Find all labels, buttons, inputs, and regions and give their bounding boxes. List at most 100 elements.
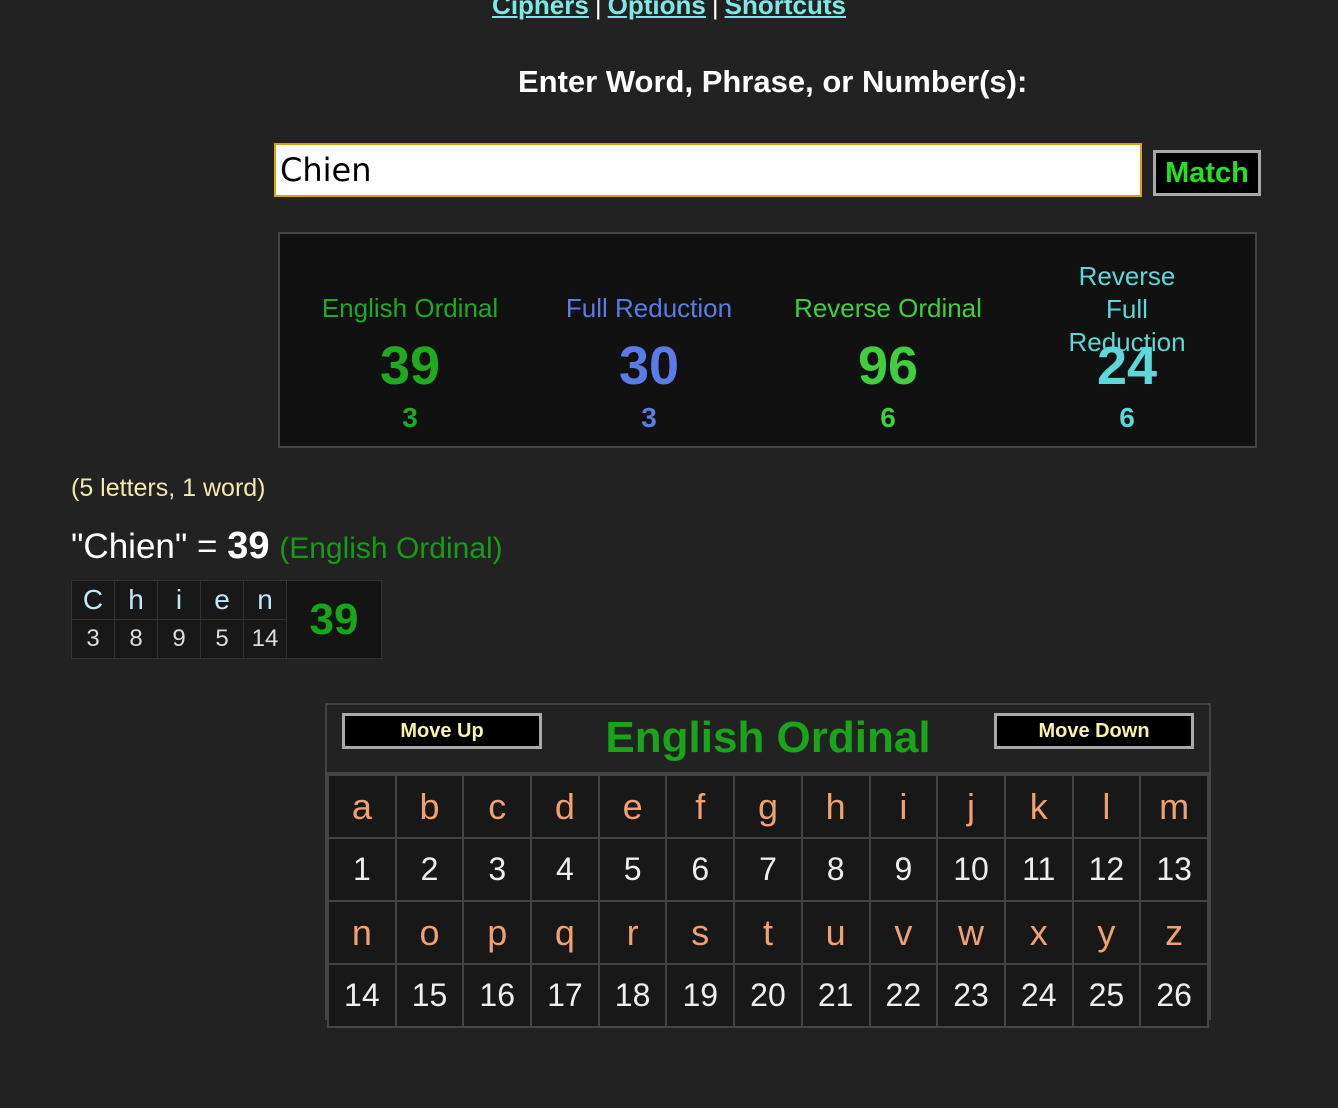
- result-value: 96: [857, 336, 919, 396]
- nav-separator: |: [711, 0, 719, 20]
- result-reduction: 6: [1119, 402, 1135, 433]
- cipher-grid-row: 14 15 16 17 18 19 20 21 22 23 24 25 26: [327, 963, 1209, 1028]
- equation-word: "Chien": [71, 527, 188, 566]
- result-reduction: 6: [880, 402, 896, 433]
- cipher-grid-letter: a: [327, 774, 397, 839]
- cipher-grid-letter: n: [327, 900, 397, 965]
- result-value: 39: [379, 336, 441, 396]
- nav-options-link[interactable]: Options: [608, 0, 706, 20]
- cipher-grid-letter: u: [800, 900, 871, 965]
- cipher-grid-letter: r: [597, 900, 668, 965]
- cipher-grid-value: 20: [733, 963, 803, 1028]
- cipher-grid-letter: v: [868, 900, 939, 965]
- result-name: Full Reduction: [565, 293, 733, 323]
- cipher-grid-letter: g: [733, 774, 803, 839]
- cipher-letter-grid: abcdefghijklm 1 2 3 4 5 6 7 8 9 10 11 12 13 nopqrstu…: [327, 774, 1209, 1028]
- cipher-grid-letter: t: [733, 900, 803, 965]
- cipher-grid-value: 18: [597, 963, 668, 1028]
- match-button[interactable]: Match: [1153, 150, 1261, 196]
- breakdown-letter: i: [157, 580, 201, 620]
- cipher-grid-value: 16: [462, 963, 533, 1028]
- cipher-grid-letter: y: [1071, 900, 1142, 965]
- equation-value: 39: [227, 525, 270, 567]
- breakdown-letter: n: [243, 580, 287, 620]
- cipher-grid-letter: p: [462, 900, 533, 965]
- cipher-grid-value: 25: [1071, 963, 1142, 1028]
- cipher-grid-letter: e: [597, 774, 668, 839]
- equation-equals: =: [197, 527, 218, 566]
- cipher-chart: English Ordinal Move Up Move Down abcdef…: [325, 703, 1211, 1028]
- cipher-grid-value: 7: [733, 837, 803, 902]
- breakdown-value: 9: [157, 619, 201, 659]
- cipher-grid-value: 10: [936, 837, 1006, 902]
- breakdown-total: 39: [286, 580, 382, 659]
- breakdown-value: 14: [243, 619, 287, 659]
- breakdown-value: 8: [114, 619, 158, 659]
- cipher-grid-row: 1 2 3 4 5 6 7 8 9 10 11 12 13: [327, 837, 1209, 902]
- move-down-button[interactable]: Move Down: [994, 713, 1194, 749]
- breakdown-letter: h: [114, 580, 158, 620]
- cipher-grid-letter: k: [1003, 774, 1074, 839]
- input-prompt: Enter Word, Phrase, or Number(s):: [518, 64, 1028, 99]
- cipher-grid-letter: b: [394, 774, 465, 839]
- cipher-grid-letter: w: [936, 900, 1006, 965]
- cipher-grid-value: 3: [462, 837, 533, 902]
- cipher-grid-value: 23: [936, 963, 1006, 1028]
- cipher-grid-value: 11: [1003, 837, 1074, 902]
- result-reduction: 3: [641, 402, 657, 433]
- cipher-grid-letter: h: [800, 774, 871, 839]
- cipher-grid-row: abcdefghijklm: [327, 774, 1209, 839]
- cipher-grid-letter: q: [530, 900, 600, 965]
- result-value: 30: [618, 336, 680, 396]
- cipher-grid-letter: l: [1071, 774, 1142, 839]
- cipher-grid-letter: x: [1003, 900, 1074, 965]
- cipher-grid-value: 22: [868, 963, 939, 1028]
- cipher-grid-letter: z: [1139, 900, 1209, 965]
- breakdown-value: 5: [200, 619, 244, 659]
- cipher-grid-letter: j: [936, 774, 1006, 839]
- letter-breakdown-table: C h i e n 39 3 8 9 5 14: [71, 580, 382, 659]
- cipher-grid-value: 6: [665, 837, 736, 902]
- cipher-results-panel: English Ordinal 39 3 Full Reduction 30 3…: [278, 232, 1257, 448]
- breakdown-letter: C: [71, 580, 115, 620]
- result-name: Reverse Ordinal: [794, 293, 982, 323]
- equation-cipher-name: (English Ordinal): [279, 532, 503, 565]
- result-value: 24: [1096, 336, 1158, 396]
- breakdown-value: 3: [71, 619, 115, 659]
- cipher-grid-value: 24: [1003, 963, 1074, 1028]
- word-input[interactable]: [274, 143, 1142, 197]
- cipher-grid-value: 13: [1139, 837, 1209, 902]
- cipher-grid-letter: c: [462, 774, 533, 839]
- cipher-grid-value: 2: [394, 837, 465, 902]
- cipher-grid-letter: i: [868, 774, 939, 839]
- cipher-grid-value: 19: [665, 963, 736, 1028]
- cipher-grid-letter: m: [1139, 774, 1209, 839]
- nav-ciphers-link[interactable]: Ciphers: [492, 0, 589, 20]
- cipher-grid-value: 9: [868, 837, 939, 902]
- cipher-grid-value: 21: [800, 963, 871, 1028]
- breakdown-letter: e: [200, 580, 244, 620]
- cipher-grid-value: 15: [394, 963, 465, 1028]
- cipher-grid-value: 14: [327, 963, 397, 1028]
- cipher-grid-value: 4: [530, 837, 600, 902]
- cipher-grid-value: 26: [1139, 963, 1209, 1028]
- top-nav: Ciphers | Options | Shortcuts: [277, 0, 1061, 21]
- cipher-grid-value: 1: [327, 837, 397, 902]
- nav-shortcuts-link[interactable]: Shortcuts: [725, 0, 846, 20]
- cipher-grid-letter: o: [394, 900, 465, 965]
- result-name: English Ordinal: [321, 293, 499, 323]
- result-reduction: 3: [402, 402, 418, 433]
- cipher-grid-value: 8: [800, 837, 871, 902]
- cipher-grid-letter: f: [665, 774, 736, 839]
- cipher-grid-value: 17: [530, 963, 600, 1028]
- result-equation: "Chien" = 39 (English Ordinal): [71, 525, 503, 568]
- cipher-grid-row: nopqrstuvwxyz: [327, 900, 1209, 965]
- cipher-grid-letter: d: [530, 774, 600, 839]
- cipher-grid-value: 12: [1071, 837, 1142, 902]
- cipher-chart-header: English Ordinal Move Up Move Down: [327, 705, 1209, 774]
- cipher-grid-value: 5: [597, 837, 668, 902]
- move-up-button[interactable]: Move Up: [342, 713, 542, 749]
- word-count-info: (5 letters, 1 word): [71, 474, 266, 502]
- nav-separator: |: [594, 0, 602, 20]
- cipher-grid-letter: s: [665, 900, 736, 965]
